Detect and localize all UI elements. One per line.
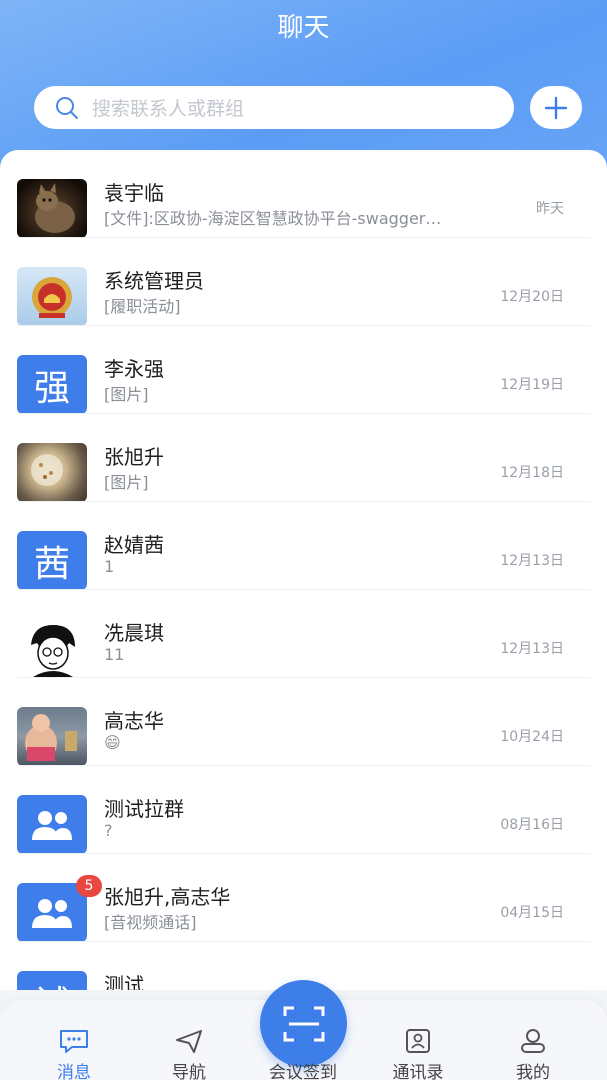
food-photo-image [31,454,63,486]
unread-badge: 5 [76,875,102,897]
chat-time: 08月16日 [500,817,564,833]
chat-time: 12月20日 [500,289,564,305]
chat-time: 12月13日 [500,641,564,657]
chat-name: 系统管理员 [104,269,204,293]
add-button[interactable] [530,86,582,129]
chat-name: 李永强 [104,357,164,381]
profile-icon [521,1029,545,1053]
avatar-person-photo [17,707,87,766]
avatar-food-photo [17,443,87,502]
chat-preview: 11 [104,645,125,664]
page-title: 聊天 [277,13,330,43]
search-bar[interactable]: 搜索联系人或群组 [34,86,514,129]
cartoon-avatar-image [31,625,75,677]
group-icon [32,810,72,840]
person-photo-image [25,714,77,761]
message-icon [60,1030,88,1053]
avatar-initial: 强 [33,367,70,409]
chat-item[interactable]: 冼晨琪 11 12月13日 [0,590,607,678]
avatar-group [17,883,87,942]
tab-label: 通讯录 [392,1063,444,1080]
chat-item[interactable]: 系统管理员 [履职活动] 12月20日 [0,238,607,326]
contacts-icon [406,1029,430,1053]
tab-messages[interactable]: 消息 [29,1028,119,1080]
navigation-icon [176,1030,202,1053]
tab-contacts[interactable]: 通讯录 [373,1028,463,1080]
tab-label: 导航 [172,1063,206,1080]
group-icon [32,898,72,928]
chat-item[interactable]: 强 李永强 [图片] 12月19日 [0,326,607,414]
chat-preview: [音视频通话] [104,913,197,932]
avatar-text: 茜 [17,531,87,590]
chat-time: 12月18日 [500,465,564,481]
avatar-initial: 茜 [33,543,70,585]
emblem-image [32,277,72,318]
chat-name: 张旭升,高志华 [104,885,231,909]
chat-preview: 1 [104,557,115,576]
avatar-group [17,795,87,854]
search-icon [56,96,78,119]
tab-label: 我的 [516,1063,550,1080]
avatar-emblem [17,267,87,326]
chat-preview: [图片] [104,385,149,404]
avatar-cartoon [17,619,87,678]
chat-list[interactable]: 袁宇临 [文件]:区政协-海淀区智慧政协平台-swagger… 昨天 系统管理员… [0,150,607,990]
chat-preview: [图片] [104,473,149,492]
scan-icon [283,1006,324,1041]
chat-name: 袁宇临 [104,181,164,205]
chat-preview: [履职活动] [104,297,181,316]
chat-preview: 😄 [104,733,121,752]
avatar-text: 试 [17,971,87,990]
chat-time: 12月19日 [500,377,564,393]
tab-navigation[interactable]: 导航 [144,1028,234,1080]
avatar-text: 强 [17,355,87,414]
chat-name: 张旭升 [104,445,164,469]
chat-name: 冼晨琪 [104,621,164,645]
tab-label: 会议签到 [269,1063,337,1080]
plus-icon [544,96,568,119]
cat-photo-image [35,183,75,233]
chat-name: 测试拉群 [104,797,184,821]
chat-preview: ? [104,821,113,840]
chat-name: 高志华 [104,709,164,733]
chat-item[interactable]: 测试拉群 ? 08月16日 [0,766,607,854]
chat-preview: [文件]:区政协-海淀区智慧政协平台-swagger… [104,209,442,228]
chat-time: 04月15日 [500,905,564,921]
chat-name: 赵婧茜 [104,533,164,557]
chat-item[interactable]: 张旭升 [图片] 12月18日 [0,414,607,502]
chat-time: 10月24日 [500,729,564,745]
chat-item[interactable]: 袁宇临 [文件]:区政协-海淀区智慧政协平台-swagger… 昨天 [0,150,607,238]
search-input[interactable]: 搜索联系人或群组 [92,94,244,121]
chat-time: 昨天 [536,201,564,217]
tab-profile[interactable]: 我的 [488,1028,578,1080]
chat-item[interactable]: 张旭升,高志华 [音视频通话] 04月15日 [0,854,607,942]
avatar-initial: 试 [34,975,70,991]
tab-label: 消息 [57,1063,91,1080]
meeting-checkin-button[interactable] [260,980,347,1067]
chat-item[interactable]: 高志华 😄 10月24日 [0,678,607,766]
chat-name: 测试 [104,973,144,990]
chat-item[interactable]: 茜 赵婧茜 1 12月13日 [0,502,607,590]
chat-time: 12月13日 [500,553,564,569]
avatar-cat-photo [17,179,87,238]
